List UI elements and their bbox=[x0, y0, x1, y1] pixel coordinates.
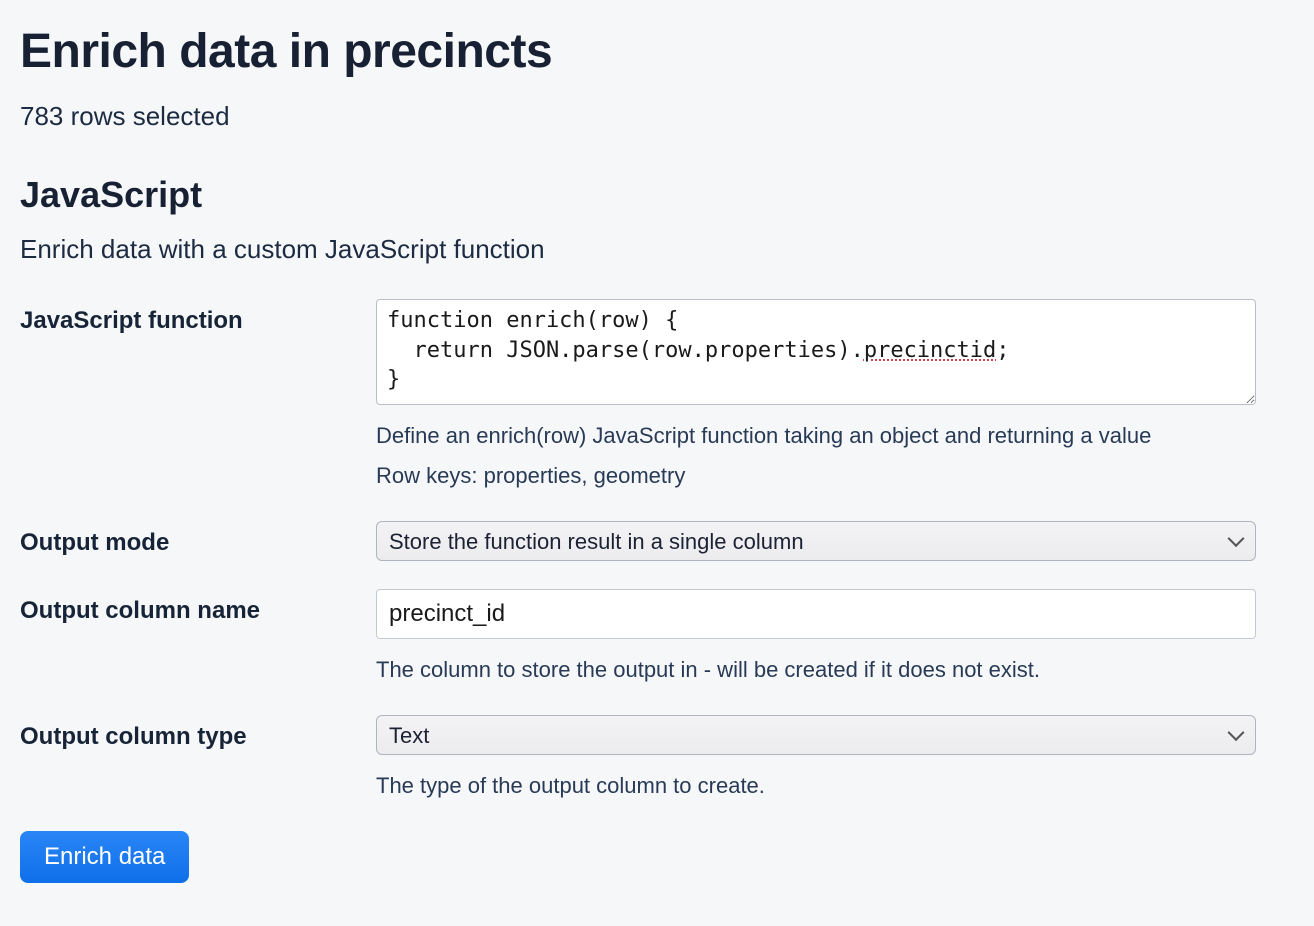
section-title-javascript: JavaScript bbox=[20, 174, 1260, 216]
help-output-column-name: The column to store the output in - will… bbox=[376, 653, 1256, 687]
output-mode-select[interactable]: Store the function result in a single co… bbox=[376, 521, 1256, 561]
help-js-function-line2: Row keys: properties, geometry bbox=[376, 459, 1256, 493]
label-js-function: JavaScript function bbox=[20, 299, 376, 335]
js-function-textarea[interactable]: function enrich(row) { return JSON.parse… bbox=[376, 299, 1256, 405]
help-js-function: Define an enrich(row) JavaScript functio… bbox=[376, 419, 1256, 493]
field-output-mode: Store the function result in a single co… bbox=[376, 521, 1256, 561]
field-output-column-name: The column to store the output in - will… bbox=[376, 589, 1256, 687]
row-js-function: JavaScript function function enrich(row)… bbox=[20, 299, 1260, 493]
field-output-column-type: Text The type of the output column to cr… bbox=[376, 715, 1256, 803]
label-output-column-name: Output column name bbox=[20, 589, 376, 625]
enrich-data-page: Enrich data in precincts 783 rows select… bbox=[0, 0, 1280, 923]
enrich-data-button[interactable]: Enrich data bbox=[20, 831, 189, 883]
rows-selected-text: 783 rows selected bbox=[20, 101, 1260, 132]
field-js-function: function enrich(row) { return JSON.parse… bbox=[376, 299, 1256, 493]
code-line-1: function enrich(row) { bbox=[387, 308, 678, 333]
code-line-2-pre: return JSON.parse(row.properties). bbox=[387, 338, 864, 363]
code-line-3: } bbox=[387, 367, 400, 392]
row-output-column-type: Output column type Text The type of the … bbox=[20, 715, 1260, 803]
label-output-mode: Output mode bbox=[20, 521, 376, 557]
code-line-2-spell: precinctid bbox=[864, 338, 996, 363]
page-title: Enrich data in precincts bbox=[20, 24, 1260, 79]
output-column-type-select[interactable]: Text bbox=[376, 715, 1256, 755]
row-output-mode: Output mode Store the function result in… bbox=[20, 521, 1260, 561]
select-wrap-output-column-type: Text bbox=[376, 715, 1256, 755]
output-column-name-input[interactable] bbox=[376, 589, 1256, 639]
submit-row: Enrich data bbox=[20, 831, 1260, 883]
label-output-column-type: Output column type bbox=[20, 715, 376, 751]
help-output-column-type: The type of the output column to create. bbox=[376, 769, 1256, 803]
row-output-column-name: Output column name The column to store t… bbox=[20, 589, 1260, 687]
code-line-2-post: ; bbox=[996, 338, 1009, 363]
select-wrap-output-mode: Store the function result in a single co… bbox=[376, 521, 1256, 561]
help-js-function-line1: Define an enrich(row) JavaScript functio… bbox=[376, 423, 1151, 448]
section-description: Enrich data with a custom JavaScript fun… bbox=[20, 234, 1260, 265]
